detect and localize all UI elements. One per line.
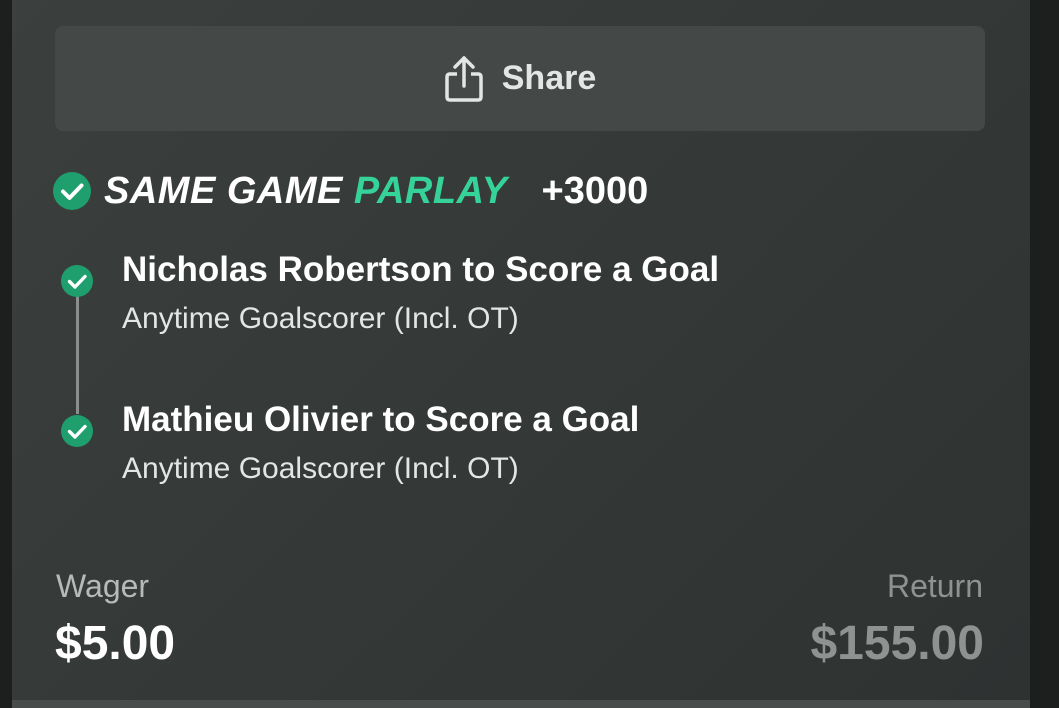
card-bottom-divider	[12, 700, 1030, 708]
wager-label: Wager	[56, 568, 150, 604]
share-icon	[444, 55, 484, 103]
leg-title: Mathieu Olivier to Score a Goal	[122, 400, 640, 439]
leg-title: Nicholas Robertson to Score a Goal	[122, 250, 720, 289]
check-circle-icon	[52, 171, 92, 211]
share-button[interactable]: Share	[55, 26, 985, 131]
leg-market: Anytime Goalscorer (Incl. OT)	[122, 302, 519, 335]
return-label: Return	[886, 568, 983, 604]
leg-connector-line	[76, 296, 79, 414]
bet-type-primary: SAME GAME	[104, 169, 343, 212]
bet-type-title: SAME GAME PARLAY	[104, 170, 508, 213]
return-amount: $155.00	[810, 617, 984, 670]
parlay-odds: +3000	[541, 169, 649, 212]
parlay-header: SAME GAME PARLAY +3000	[52, 166, 648, 216]
wager-amount: $5.00	[55, 617, 176, 670]
bet-type-accent: PARLAY	[353, 169, 508, 212]
leg-market: Anytime Goalscorer (Incl. OT)	[122, 452, 519, 485]
share-label: Share	[501, 59, 597, 97]
